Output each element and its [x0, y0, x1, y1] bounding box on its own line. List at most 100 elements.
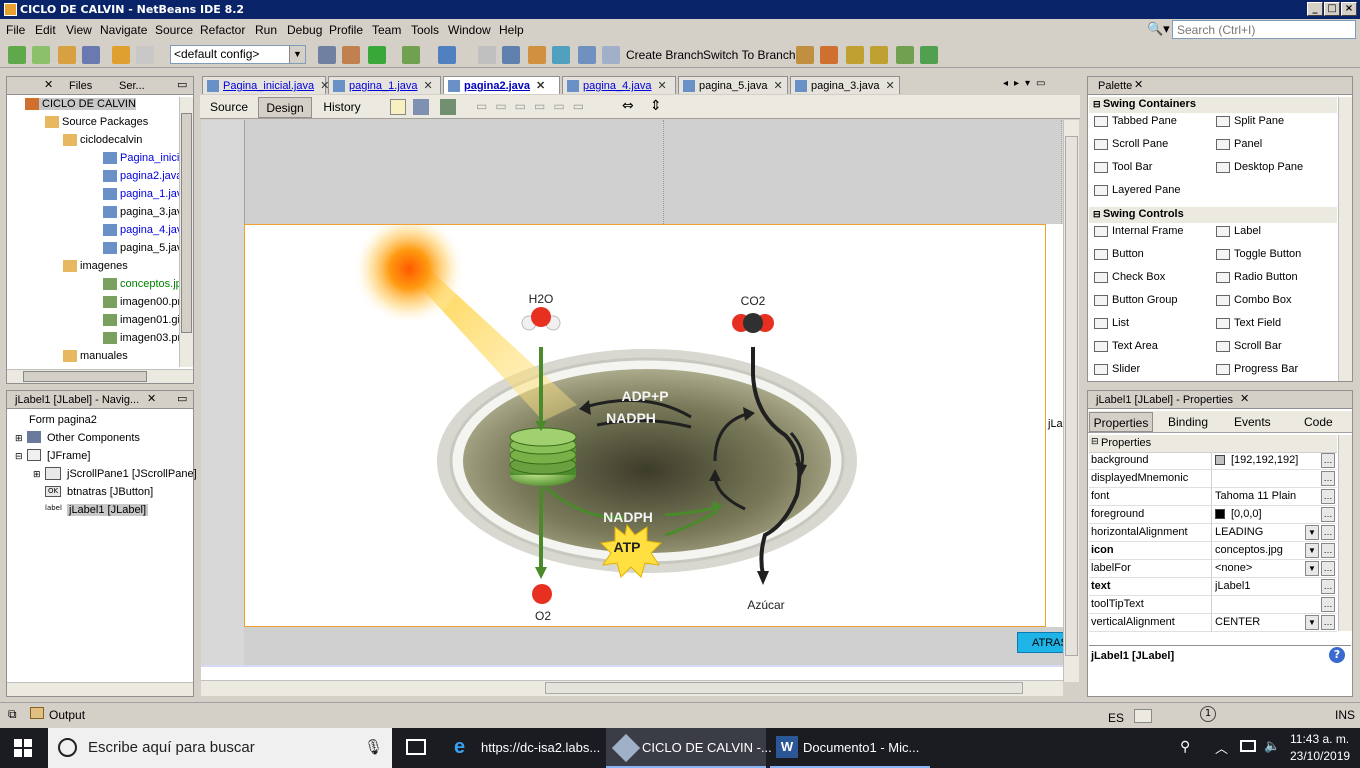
palette-item[interactable]: Text Field: [1216, 317, 1281, 329]
property-value-field[interactable]: Tahoma 11 Plain: [1215, 490, 1315, 502]
tree-item[interactable]: ciclodecalvin: [63, 134, 142, 147]
collapse-icon[interactable]: ⊟: [1093, 99, 1103, 109]
tree-item[interactable]: imagen00.png: [103, 296, 190, 309]
new-project-icon[interactable]: [32, 46, 50, 64]
clean-build-icon[interactable]: [342, 46, 360, 64]
tree-item[interactable]: imagen03.png: [103, 332, 190, 345]
tab-code[interactable]: Code: [1304, 415, 1333, 429]
close-icon[interactable]: ✕: [1240, 392, 1249, 405]
tree-horizontal-scrollbar[interactable]: [7, 369, 193, 383]
ellipsis-button[interactable]: …: [1321, 579, 1335, 594]
tree-item[interactable]: CICLO DE CALVIN: [25, 98, 136, 111]
undo-icon[interactable]: [112, 46, 130, 64]
nav-item-jscrollpane[interactable]: jScrollPane1 [JScrollPane]: [67, 468, 197, 480]
keyboard-icon[interactable]: [1134, 709, 1152, 723]
tree-item[interactable]: pagina2.java: [103, 170, 182, 183]
ellipsis-button[interactable]: …: [1321, 561, 1335, 576]
menu-help[interactable]: Help: [499, 23, 524, 37]
ellipsis-button[interactable]: …: [1321, 489, 1335, 504]
align-icons[interactable]: ▭▭▭▭▭▭: [476, 99, 616, 115]
palette-item[interactable]: Toggle Button: [1216, 248, 1301, 260]
tree-vertical-scrollbar[interactable]: [179, 97, 193, 367]
property-value-field[interactable]: jLabel1: [1215, 580, 1315, 592]
property-value-field[interactable]: [192,192,192]: [1215, 454, 1315, 466]
palette-item[interactable]: Tool Bar: [1094, 161, 1152, 173]
chevron-up-icon[interactable]: ︿: [1215, 738, 1228, 757]
palette-item[interactable]: Button Group: [1094, 294, 1177, 306]
collapse-icon[interactable]: ⊟: [15, 452, 23, 462]
tab-files[interactable]: Files: [69, 80, 92, 92]
fetch-icon[interactable]: [820, 46, 838, 64]
jlabel1-image[interactable]: H2O CO2 ADP+P NADPH NADPH ATP O2 Azúcar: [244, 213, 1046, 627]
search-input[interactable]: 🔍▾ Search (Ctrl+I): [1147, 20, 1356, 39]
tree-item[interactable]: imagenes: [63, 260, 128, 273]
menu-tools[interactable]: Tools: [411, 23, 439, 37]
collapse-icon[interactable]: ⊟: [1091, 437, 1099, 447]
menu-team[interactable]: Team: [372, 23, 401, 37]
nav-item-form[interactable]: Form pagina2: [29, 414, 97, 426]
palette-item[interactable]: Panel: [1216, 138, 1262, 150]
show-changes-icon[interactable]: [578, 46, 596, 64]
property-value-field[interactable]: <none>: [1215, 562, 1315, 574]
redo-icon[interactable]: [136, 46, 154, 64]
menu-source[interactable]: Source: [155, 23, 193, 37]
tree-item[interactable]: pagina_1.java: [103, 188, 189, 201]
ellipsis-button[interactable]: …: [1321, 453, 1335, 468]
toolbar-disabled-icon[interactable]: [478, 46, 496, 64]
people-icon[interactable]: ⚲: [1180, 738, 1190, 755]
minimize-panel-icon[interactable]: ▭: [177, 78, 187, 91]
minimize-button[interactable]: _: [1307, 2, 1323, 16]
close-tab-icon[interactable]: ✕: [536, 80, 545, 92]
open-project-icon[interactable]: [58, 46, 76, 64]
palette-item[interactable]: Button: [1094, 248, 1144, 260]
chevron-down-icon[interactable]: ▼: [1305, 525, 1319, 540]
palette-item[interactable]: Desktop Pane: [1216, 161, 1303, 173]
config-select[interactable]: <default config> ▼: [170, 45, 306, 64]
tab-design[interactable]: Design: [258, 97, 312, 118]
property-row[interactable]: font Tahoma 11 Plain…: [1089, 488, 1337, 506]
debug-icon[interactable]: [402, 46, 420, 64]
tree-item[interactable]: pagina_3.java: [103, 206, 189, 219]
ellipsis-button[interactable]: …: [1321, 543, 1335, 558]
tree-item[interactable]: pagina_5.java: [103, 242, 189, 255]
taskbar-app-word[interactable]: W Documento1 - Mic...: [770, 728, 930, 768]
tree-item[interactable]: imagen01.gif: [103, 314, 183, 327]
nav-item-jframe[interactable]: [JFrame]: [47, 450, 90, 462]
chevron-down-icon[interactable]: ▼: [1305, 615, 1319, 630]
close-tab-icon[interactable]: ✕: [886, 80, 895, 92]
property-row[interactable]: toolTipText…: [1089, 596, 1337, 614]
tab-history[interactable]: History: [318, 97, 366, 118]
save-all-icon[interactable]: [82, 46, 100, 64]
palette-scrollbar[interactable]: [1338, 97, 1352, 381]
property-row[interactable]: labelFor <none> … ▼: [1089, 560, 1337, 578]
new-file-icon[interactable]: [8, 46, 26, 64]
microphone-icon[interactable]: 🎙: [364, 738, 383, 756]
menu-profile[interactable]: Profile: [329, 23, 363, 37]
notifications-icon[interactable]: 1: [1200, 706, 1216, 722]
property-row[interactable]: horizontalAlignment LEADING … ▼: [1089, 524, 1337, 542]
palette-item[interactable]: Slider: [1094, 363, 1140, 375]
chevron-down-icon[interactable]: ▼: [289, 46, 305, 63]
branch-icon[interactable]: [602, 46, 620, 64]
editor-vertical-scrollbar[interactable]: [1063, 120, 1079, 682]
editor-tab[interactable]: pagina2.java ✕: [443, 76, 560, 94]
palette-item[interactable]: Text Area: [1094, 340, 1158, 352]
tab-events[interactable]: Events: [1234, 415, 1271, 429]
menu-refactor[interactable]: Refactor: [200, 23, 245, 37]
clock-date[interactable]: 23/10/2019: [1290, 749, 1350, 763]
push-icon[interactable]: [870, 46, 888, 64]
restore-window-icon[interactable]: ⧉: [8, 707, 17, 722]
menu-window[interactable]: Window: [448, 23, 491, 37]
close-tab-icon[interactable]: ✕: [424, 80, 433, 92]
run-icon[interactable]: [368, 46, 386, 64]
editor-tab[interactable]: pagina_5.java ✕: [678, 76, 788, 94]
property-row[interactable]: verticalAlignment CENTER … ▼: [1089, 614, 1337, 632]
palette-item[interactable]: Scroll Pane: [1094, 138, 1168, 150]
palette-item[interactable]: Label: [1216, 225, 1261, 237]
palette-item[interactable]: Combo Box: [1216, 294, 1291, 306]
taskbar-app-browser[interactable]: e https://dc-isa2.labs...: [446, 728, 602, 768]
editor-tab[interactable]: pagina_4.java ✕: [562, 76, 676, 94]
ellipsis-button[interactable]: …: [1321, 471, 1335, 486]
tree-item[interactable]: conceptos.jpg: [103, 278, 188, 291]
volume-icon[interactable]: 🔈: [1264, 738, 1280, 754]
